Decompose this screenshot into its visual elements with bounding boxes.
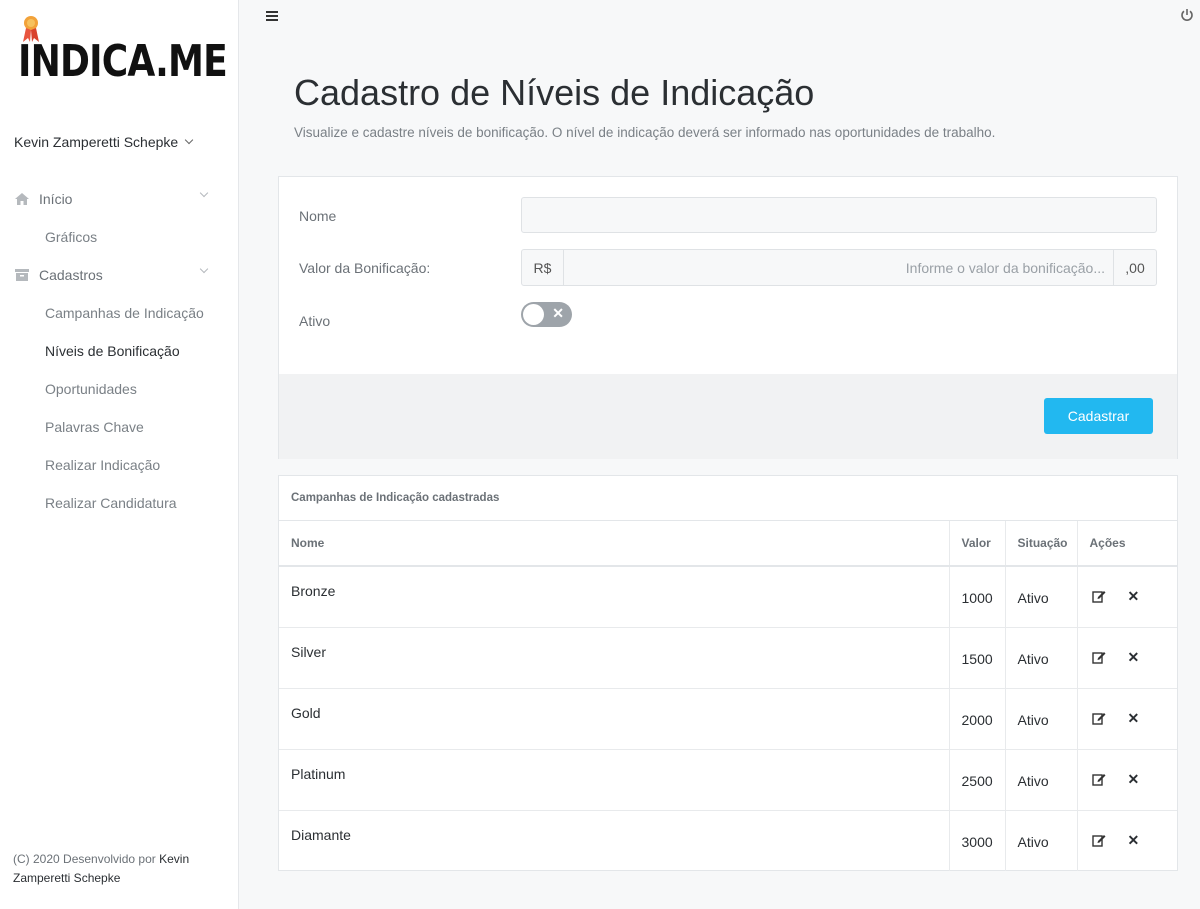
sidebar-group-label: Início <box>39 191 73 207</box>
sidebar-group-label: Cadastros <box>39 267 103 283</box>
chevron-down-icon <box>184 135 194 145</box>
decimal-suffix: ,00 <box>1113 250 1156 285</box>
archive-icon <box>15 269 29 281</box>
page-subtitle: Visualize e cadastre níveis de bonificaç… <box>294 125 996 140</box>
table-header-row: Nome Valor Situação Ações <box>279 521 1177 567</box>
page-title: Cadastro de Níveis de Indicação <box>294 72 815 113</box>
edit-icon[interactable] <box>1091 589 1106 603</box>
toggle-knob <box>523 304 544 325</box>
row-acoes: ✕ <box>1076 565 1177 627</box>
edit-icon[interactable] <box>1091 833 1106 847</box>
chevron-down-icon <box>199 188 209 198</box>
row-nome: Bronze <box>279 565 949 627</box>
brand-logo[interactable]: INDICA.ME <box>18 14 228 90</box>
edit-icon[interactable] <box>1091 711 1106 725</box>
footer-prefix: (C) 2020 Desenvolvido por <box>13 852 156 866</box>
row-situacao: Ativo <box>1004 687 1077 749</box>
table-row: Platinum 2500 Ativo ✕ <box>279 748 1177 810</box>
sidebar-item-campanhas[interactable]: Campanhas de Indicação <box>0 294 239 332</box>
delete-icon[interactable]: ✕ <box>1128 772 1140 786</box>
valor-label: Valor da Bonificação: <box>299 260 431 276</box>
table-card: Campanhas de Indicação cadastradas Nome … <box>278 475 1178 871</box>
row-valor: 1000 <box>948 565 1005 627</box>
edit-icon[interactable] <box>1091 650 1106 664</box>
table-row: Bronze 1000 Ativo ✕ <box>279 565 1177 627</box>
delete-icon[interactable]: ✕ <box>1128 833 1140 847</box>
sidebar-item-oportunidades[interactable]: Oportunidades <box>0 370 239 408</box>
header-situacao[interactable]: Situação <box>1004 521 1077 567</box>
row-acoes: ✕ <box>1076 626 1177 688</box>
row-situacao: Ativo <box>1004 626 1077 688</box>
user-menu[interactable]: Kevin Zamperetti Schepke <box>14 134 194 150</box>
row-nome: Platinum <box>279 748 949 810</box>
sidebar-item-realizar-candidatura[interactable]: Realizar Candidatura <box>0 484 239 522</box>
header-valor[interactable]: Valor <box>948 521 1005 567</box>
sidebar-group-cadastros[interactable]: Cadastros <box>0 256 239 294</box>
row-situacao: Ativo <box>1004 565 1077 627</box>
sidebar-item-graficos[interactable]: Gráficos <box>0 218 239 256</box>
sidebar-group-inicio[interactable]: Início <box>0 180 239 218</box>
niveis-table: Nome Valor Situação Ações Bronze 1000 At… <box>279 521 1177 871</box>
nome-label: Nome <box>299 208 337 224</box>
row-nome: Diamante <box>279 809 949 871</box>
ativo-label: Ativo <box>299 313 331 329</box>
sidebar-menu: Início Gráficos Cadastros Campanhas de I… <box>0 180 239 522</box>
form-card: Nome Valor da Bonificação: R$ ,00 Ativo … <box>278 176 1178 459</box>
delete-icon[interactable]: ✕ <box>1128 650 1140 664</box>
sidebar: INDICA.ME Kevin Zamperetti Schepke Iníci… <box>0 0 239 909</box>
footer-credits: (C) 2020 Desenvolvido por Kevin Zamperet… <box>13 850 213 888</box>
close-icon: ✕ <box>552 305 564 321</box>
sidebar-item-niveis[interactable]: Níveis de Bonificação <box>0 332 239 370</box>
hamburger-icon[interactable] <box>266 11 278 22</box>
valor-input[interactable] <box>564 250 1113 285</box>
chevron-down-icon <box>199 264 209 274</box>
row-acoes: ✕ <box>1076 748 1177 810</box>
row-valor: 2000 <box>948 687 1005 749</box>
table-row: Silver 1500 Ativo ✕ <box>279 626 1177 688</box>
home-icon <box>15 193 29 205</box>
row-situacao: Ativo <box>1004 809 1077 871</box>
currency-prefix: R$ <box>522 250 564 285</box>
nome-input[interactable] <box>521 197 1157 233</box>
edit-icon[interactable] <box>1091 772 1106 786</box>
table-row: Diamante 3000 Ativo ✕ <box>279 809 1177 871</box>
row-acoes: ✕ <box>1076 687 1177 749</box>
table-row: Gold 2000 Ativo ✕ <box>279 687 1177 749</box>
header-nome[interactable]: Nome <box>279 521 949 567</box>
power-icon[interactable] <box>1180 8 1194 22</box>
delete-icon[interactable]: ✕ <box>1128 589 1140 603</box>
logo-text: INDICA.ME <box>18 36 228 87</box>
delete-icon[interactable]: ✕ <box>1128 711 1140 725</box>
row-situacao: Ativo <box>1004 748 1077 810</box>
row-valor: 3000 <box>948 809 1005 871</box>
user-name: Kevin Zamperetti Schepke <box>14 134 179 150</box>
header-acoes: Ações <box>1076 521 1177 567</box>
valor-input-group: R$ ,00 <box>521 249 1157 286</box>
row-nome: Silver <box>279 626 949 688</box>
row-acoes: ✕ <box>1076 809 1177 871</box>
form-footer: Cadastrar <box>279 374 1177 459</box>
row-valor: 2500 <box>948 748 1005 810</box>
ativo-toggle[interactable]: ✕ <box>521 302 572 327</box>
sidebar-item-realizar-indicacao[interactable]: Realizar Indicação <box>0 446 239 484</box>
cadastrar-button[interactable]: Cadastrar <box>1044 398 1153 434</box>
row-nome: Gold <box>279 687 949 749</box>
table-caption: Campanhas de Indicação cadastradas <box>279 476 1177 521</box>
row-valor: 1500 <box>948 626 1005 688</box>
sidebar-item-palavras-chave[interactable]: Palavras Chave <box>0 408 239 446</box>
